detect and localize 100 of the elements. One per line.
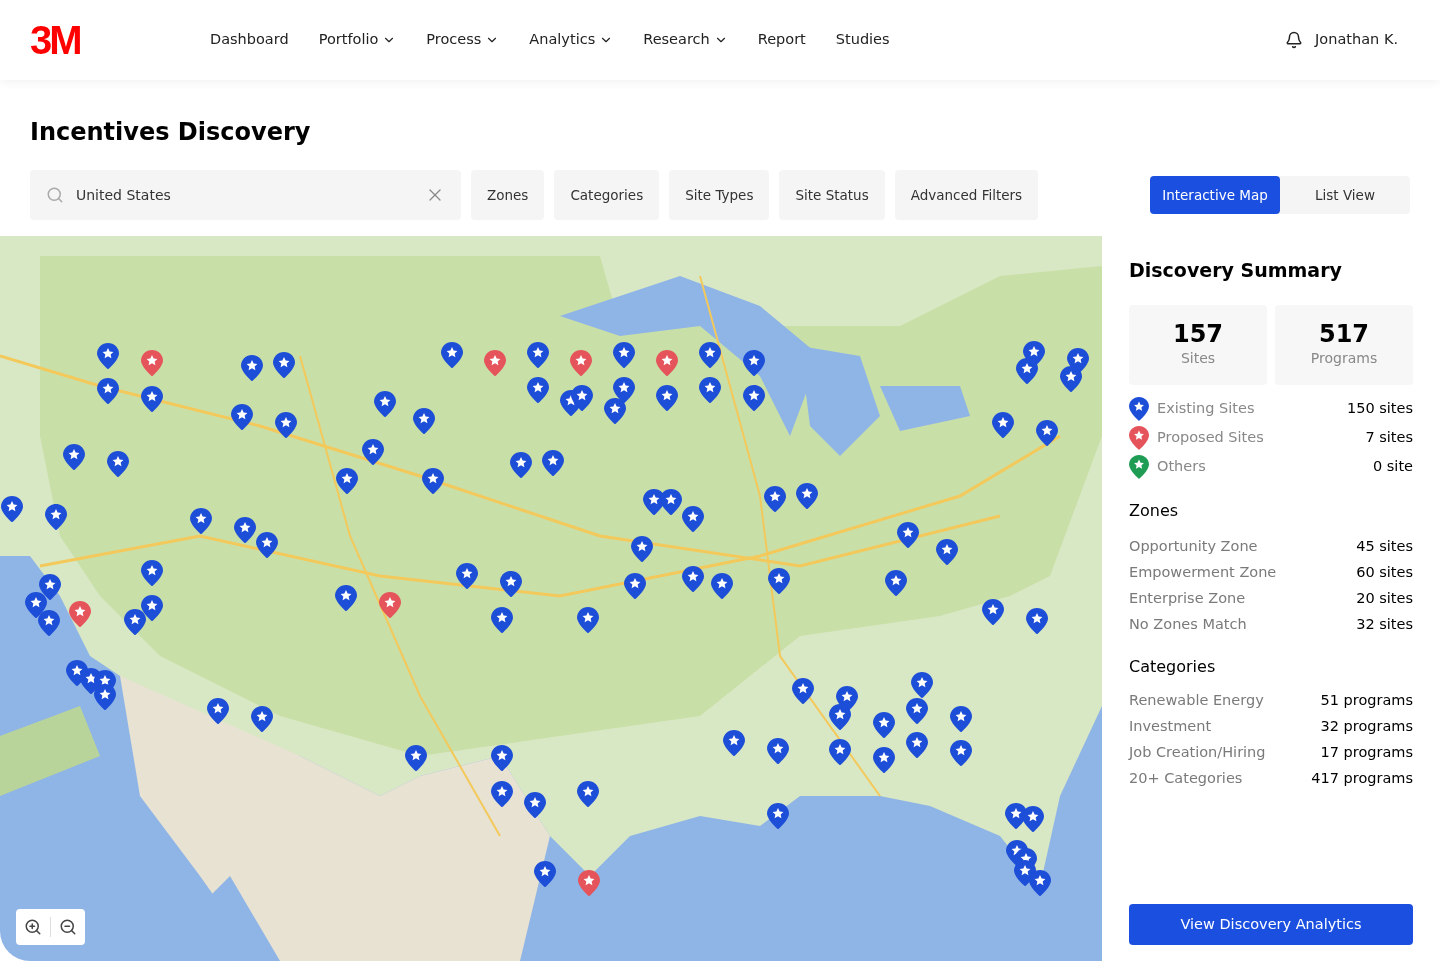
search-icon: [46, 186, 64, 204]
nav-link[interactable]: Report: [757, 29, 806, 51]
nav-link[interactable]: Analytics: [529, 29, 614, 51]
map-pin-icon: [45, 504, 67, 531]
map-pin-icon: [256, 532, 278, 559]
nav-link[interactable]: Dashboard: [210, 29, 289, 51]
map-pin-icon: [39, 574, 61, 601]
map-pin-icon: [743, 385, 765, 412]
map-pin-icon: [231, 404, 253, 431]
map-pin-icon: [660, 489, 682, 516]
map-pin-icon: [723, 730, 745, 757]
map-pin-icon: [624, 573, 646, 600]
filter-button[interactable]: Categories: [554, 170, 660, 220]
view-tab[interactable]: Interactive Map: [1150, 176, 1280, 214]
map-pin-icon: [500, 571, 522, 598]
filter-button[interactable]: Advanced Filters: [894, 170, 1039, 220]
map-pin-icon: [699, 377, 721, 404]
row-value: 20 sites: [1356, 588, 1413, 608]
map-pin-icon: [578, 870, 600, 897]
analytics-button[interactable]: View Discovery Analytics: [1129, 904, 1413, 945]
map-pin-icon: [207, 698, 229, 725]
map-pin-icon: [97, 378, 119, 405]
map-pin-icon: [699, 342, 721, 369]
logo[interactable]: 3M: [30, 20, 180, 60]
map-pin-icon: [604, 398, 626, 425]
map-pin-icon: [491, 781, 513, 808]
map-pin-icon: [656, 350, 678, 377]
row-value: 417 programs: [1311, 768, 1413, 788]
map-pin-icon: [527, 377, 549, 404]
row-value: 45 sites: [1356, 536, 1413, 556]
row-value: 51 programs: [1320, 690, 1413, 710]
map-pin-icon: [711, 573, 733, 600]
map-pin-icon: [631, 536, 653, 563]
nav-link[interactable]: Portfolio: [318, 29, 397, 51]
map-pin-icon: [491, 607, 513, 634]
row-label: No Zones Match: [1129, 614, 1247, 634]
map-pin-icon: [656, 385, 678, 412]
map-pin-icon: [484, 350, 506, 377]
map-pin-icon: [405, 745, 427, 772]
zoom-in-icon[interactable]: [24, 918, 42, 936]
map-pin-icon: [141, 386, 163, 413]
map-pin-icon: [422, 468, 444, 495]
map-pin-icon: [97, 343, 119, 370]
map-pin-icon: [1036, 420, 1058, 447]
map-pin-icon: [613, 342, 635, 369]
map-pin-icon: [764, 486, 786, 513]
nav-link[interactable]: Studies: [835, 29, 890, 51]
map-pin-icon: [441, 342, 463, 369]
map-pin-icon: [873, 712, 895, 739]
map-pin-icon: [124, 609, 146, 636]
panel-title: Discovery Summary: [1129, 258, 1343, 283]
section-title: Zones: [1129, 499, 1180, 522]
row-label: Job Creation/Hiring: [1129, 742, 1266, 762]
map-pin-icon: [792, 678, 814, 705]
map-pin-icon: [885, 570, 907, 597]
row-label: Investment: [1129, 716, 1212, 736]
stat-value: 157: [1172, 320, 1224, 348]
filter-button[interactable]: Site Status: [779, 170, 885, 220]
map-pin-icon: [69, 601, 91, 628]
map-pin-icon: [613, 377, 635, 404]
bell-icon[interactable]: [1285, 31, 1304, 49]
zoom-out-icon[interactable]: [59, 918, 77, 936]
legend-label: Others: [1157, 456, 1206, 476]
map-pin-icon: [911, 672, 933, 699]
search-field[interactable]: United States: [76, 184, 413, 206]
map-pin-icon: [577, 607, 599, 634]
row-value: 32 programs: [1320, 716, 1413, 736]
map-pin-icon: [251, 706, 273, 733]
page-title: Incentives Discovery: [30, 117, 312, 148]
user-name[interactable]: Jonathan K.: [1315, 29, 1398, 51]
filter-button[interactable]: Zones: [471, 170, 545, 220]
search-bar[interactable]: United States: [30, 170, 461, 220]
map-pin-icon: [1022, 806, 1044, 833]
map-pin-icon: [1026, 608, 1048, 635]
stat-label: Sites: [1180, 349, 1216, 368]
map-pin-icon: [141, 560, 163, 587]
map-pin-icon: [906, 732, 928, 759]
map-pin-icon: [524, 792, 546, 819]
map-pin-icon: [275, 412, 297, 439]
nav-link[interactable]: Process: [426, 29, 500, 51]
filter-button[interactable]: Site Types: [669, 170, 770, 220]
map-pin-icon: [1029, 870, 1051, 897]
map-pin-icon: [107, 451, 129, 478]
map-pin-icon: [527, 342, 549, 369]
stat-label: Programs: [1310, 349, 1378, 368]
map-pin-icon: [571, 385, 593, 412]
map-pin-icon: [510, 452, 532, 479]
map-pin-icon: [94, 684, 116, 711]
map-pin-icon: [829, 704, 851, 731]
map-pin-icon: [906, 698, 928, 725]
legend-label: Existing Sites: [1157, 398, 1255, 418]
nav-link[interactable]: Research: [643, 29, 728, 51]
map-pin-icon: [273, 352, 295, 379]
map-pin-icon: [570, 350, 592, 377]
map-pin-icon: [743, 350, 765, 377]
map-pin-icon: [936, 539, 958, 566]
legend-count: 150 sites: [1346, 398, 1413, 418]
map-pin-icon: [141, 595, 163, 622]
legend-label: Proposed Sites: [1157, 427, 1264, 447]
view-tab[interactable]: List View: [1280, 176, 1410, 214]
